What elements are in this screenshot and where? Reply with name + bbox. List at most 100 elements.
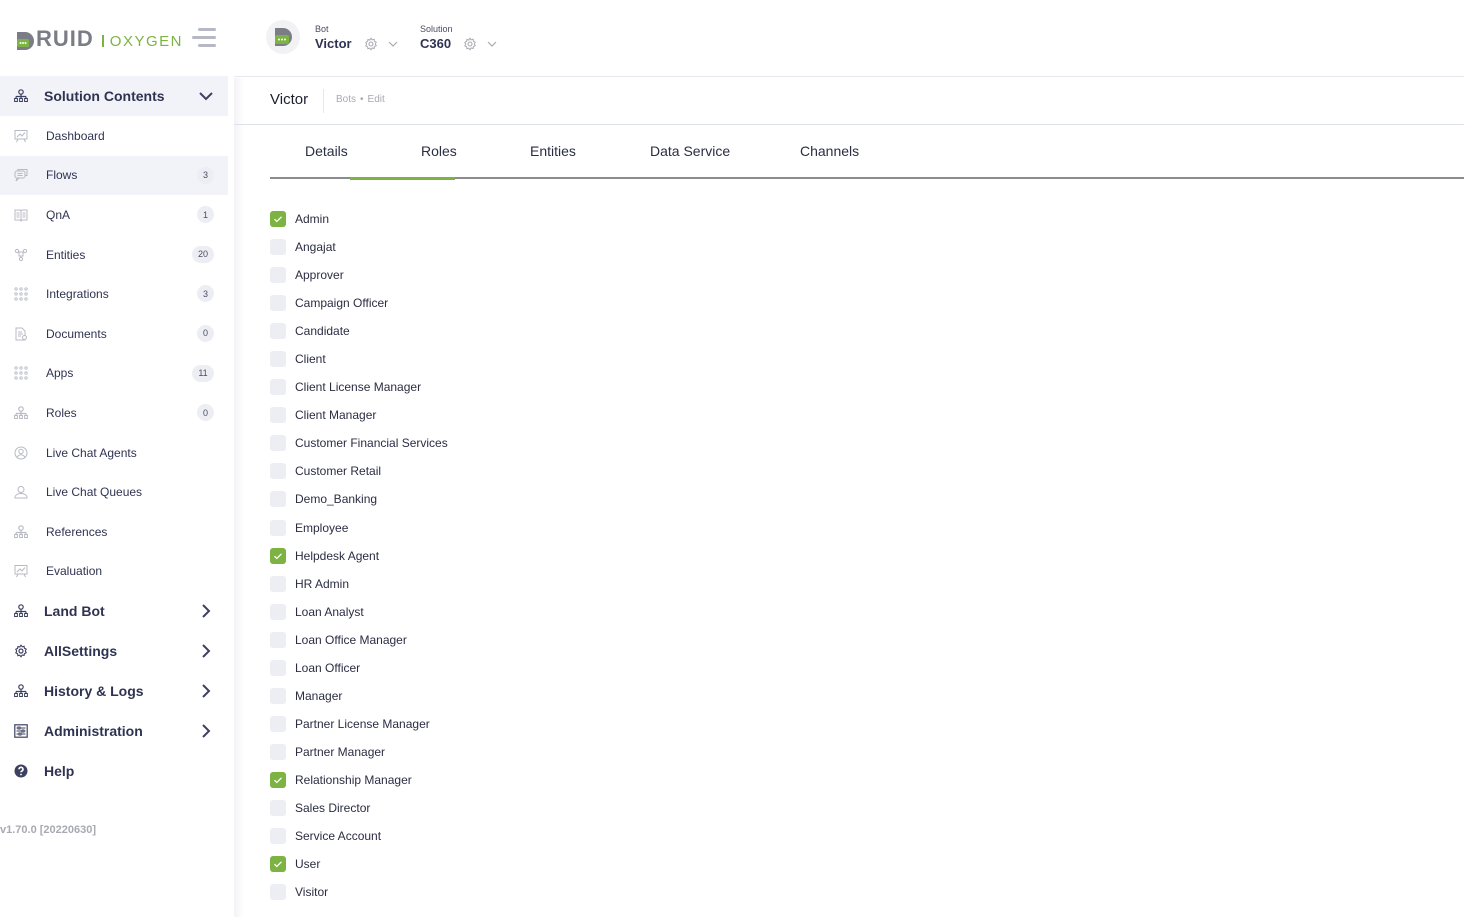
role-option[interactable]: Customer Retail [270, 457, 448, 485]
role-label: Relationship Manager [295, 772, 412, 787]
role-option[interactable]: Client License Manager [270, 373, 448, 401]
role-option[interactable]: Client [270, 345, 448, 373]
sidebar-item-qna[interactable]: QnA 1 [0, 195, 228, 235]
hamburger-line [192, 36, 216, 39]
role-option[interactable]: Approver [270, 261, 448, 289]
role-option[interactable]: HR Admin [270, 570, 448, 598]
hamburger-line [198, 28, 216, 31]
role-checkbox[interactable] [270, 884, 286, 901]
role-checkbox[interactable] [270, 379, 286, 396]
role-option[interactable]: Employee [270, 514, 448, 542]
entities-icon [14, 248, 28, 261]
role-option[interactable]: Service Account [270, 822, 448, 850]
role-checkbox[interactable] [270, 856, 286, 873]
role-label: Campaign Officer [295, 296, 389, 311]
role-checkbox[interactable] [270, 351, 286, 368]
role-label: Customer Retail [295, 464, 382, 479]
role-option[interactable]: Demo_Banking [270, 485, 448, 513]
role-checkbox[interactable] [270, 575, 286, 592]
sidebar-section-land-bot[interactable]: Land Bot [0, 591, 228, 631]
role-checkbox[interactable] [270, 715, 286, 732]
role-option[interactable]: User [270, 850, 448, 878]
sidebar-section-allsettings[interactable]: AllSettings [0, 631, 228, 671]
role-checkbox[interactable] [270, 800, 286, 816]
role-checkbox[interactable] [270, 211, 286, 228]
check-icon [274, 216, 282, 223]
sidebar-item-roles[interactable]: Roles 0 [0, 393, 228, 433]
book-icon [14, 209, 28, 222]
logo-product: OXYGEN [109, 32, 183, 50]
chevron-down-icon [199, 92, 213, 101]
solution-selector[interactable]: Solution C360 [420, 24, 497, 51]
role-option[interactable]: Loan Analyst [270, 598, 448, 626]
breadcrumb-bots[interactable]: Bots [336, 94, 356, 105]
active-tab-indicator [350, 177, 455, 180]
sidebar-section-help[interactable]: Help [0, 751, 228, 791]
gear-icon[interactable] [463, 36, 477, 51]
sidebar-item-references[interactable]: References [0, 512, 228, 552]
role-option[interactable]: Partner License Manager [270, 710, 448, 738]
tab-data-service[interactable]: Data Service [650, 143, 730, 159]
sidebar-section-administration[interactable]: Administration [0, 711, 228, 751]
role-option[interactable]: Visitor [270, 878, 448, 906]
sidebar-section-solution-contents[interactable]: Solution Contents [0, 76, 228, 116]
gear-icon[interactable] [364, 36, 378, 51]
sidebar-item-live-chat-agents[interactable]: Live Chat Agents [0, 433, 228, 473]
role-checkbox[interactable] [270, 267, 286, 284]
role-option[interactable]: Candidate [270, 317, 448, 345]
sidebar-item-entities[interactable]: Entities 20 [0, 235, 228, 275]
sidebar-item-label: Evaluation [46, 564, 103, 579]
role-option[interactable]: Sales Director [270, 794, 448, 822]
page-title: Victor [270, 91, 309, 108]
tab-details[interactable]: Details [305, 143, 348, 159]
role-checkbox[interactable] [270, 603, 286, 620]
role-option[interactable]: Partner Manager [270, 738, 448, 766]
role-label: Candidate [295, 324, 350, 339]
role-checkbox[interactable] [270, 463, 286, 480]
sidebar-item-evaluation[interactable]: Evaluation [0, 552, 228, 592]
role-checkbox[interactable] [270, 295, 286, 312]
count-badge: 0 [197, 404, 214, 422]
tab-channels[interactable]: Channels [800, 143, 859, 159]
sidebar-item-dashboard[interactable]: Dashboard [0, 116, 228, 156]
role-checkbox[interactable] [270, 239, 286, 256]
role-checkbox[interactable] [270, 828, 286, 845]
role-option[interactable]: Relationship Manager [270, 766, 448, 794]
role-checkbox[interactable] [270, 407, 286, 424]
role-checkbox[interactable] [270, 519, 286, 536]
bot-selector[interactable]: Bot Victor [315, 24, 398, 51]
role-label: Demo_Banking [295, 492, 378, 507]
help-circle-icon [14, 764, 28, 778]
role-checkbox[interactable] [270, 687, 286, 704]
role-checkbox[interactable] [270, 547, 286, 564]
role-option[interactable]: Helpdesk Agent [270, 542, 448, 570]
chevron-down-icon[interactable] [487, 40, 497, 48]
role-option[interactable]: Admin [270, 205, 448, 233]
role-checkbox[interactable] [270, 659, 286, 676]
gear-icon [15, 644, 27, 658]
role-option[interactable]: Angajat [270, 233, 448, 261]
tab-roles[interactable]: Roles [421, 143, 457, 159]
sidebar-section-history-logs[interactable]: History & Logs [0, 671, 228, 711]
role-checkbox[interactable] [270, 631, 286, 648]
sidebar-item-flows[interactable]: Flows 3 [0, 155, 228, 196]
role-option[interactable]: Manager [270, 682, 448, 710]
menu-toggle-button[interactable] [192, 28, 216, 48]
sidebar-item-integrations[interactable]: Integrations 3 [0, 274, 228, 314]
role-option[interactable]: Campaign Officer [270, 289, 448, 317]
role-checkbox[interactable] [270, 771, 286, 788]
role-option[interactable]: Loan Office Manager [270, 626, 448, 654]
role-option[interactable]: Loan Officer [270, 654, 448, 682]
chevron-down-icon[interactable] [388, 40, 398, 48]
sidebar-item-documents[interactable]: Documents 0 [0, 314, 228, 354]
sidebar-item-live-chat-queues[interactable]: Live Chat Queues [0, 472, 228, 512]
role-checkbox[interactable] [270, 743, 286, 760]
role-option[interactable]: Client Manager [270, 401, 448, 429]
tab-entities[interactable]: Entities [530, 143, 576, 159]
sidebar-item-apps[interactable]: Apps 11 [0, 354, 228, 394]
role-option[interactable]: Customer Financial Services [270, 429, 448, 457]
role-checkbox[interactable] [270, 323, 286, 340]
role-checkbox[interactable] [270, 491, 286, 508]
main-shadow [234, 78, 244, 917]
role-checkbox[interactable] [270, 435, 286, 452]
